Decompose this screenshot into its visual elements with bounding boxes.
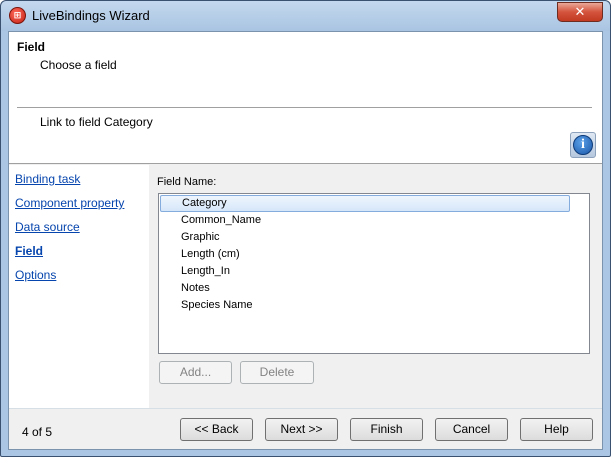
content-panel: Field Name: Category Common_Name Graphic… bbox=[150, 165, 602, 408]
list-item[interactable]: Length (cm) bbox=[160, 246, 570, 263]
field-name-label: Field Name: bbox=[157, 176, 217, 188]
wizard-client-area: Field Choose a field Link to field Categ… bbox=[8, 31, 603, 450]
window-title: LiveBindings Wizard bbox=[32, 8, 150, 23]
list-item[interactable]: Notes bbox=[160, 280, 570, 297]
add-button[interactable]: Add... bbox=[159, 361, 232, 384]
wizard-footer: 4 of 5 << Back Next >> Finish Cancel Hel… bbox=[9, 408, 602, 449]
list-item[interactable]: Category bbox=[160, 195, 570, 212]
list-item[interactable]: Species Name bbox=[160, 297, 570, 314]
info-button[interactable]: i bbox=[570, 132, 596, 158]
field-name-list[interactable]: Category Common_Name Graphic Length (cm)… bbox=[158, 193, 590, 354]
step-link-component-property[interactable]: Component property bbox=[15, 196, 124, 210]
step-link-field[interactable]: Field bbox=[15, 244, 43, 258]
app-icon: ⊞ bbox=[9, 7, 26, 24]
page-title: Field bbox=[17, 40, 46, 54]
title-bar[interactable]: ⊞ LiveBindings Wizard ✕ bbox=[1, 1, 610, 31]
list-item[interactable]: Common_Name bbox=[160, 212, 570, 229]
page-subtitle: Choose a field bbox=[40, 58, 117, 72]
wizard-window: ⊞ LiveBindings Wizard ✕ Field Choose a f… bbox=[0, 0, 611, 457]
list-item[interactable]: Length_In bbox=[160, 263, 570, 280]
header-divider bbox=[17, 107, 592, 109]
step-link-data-source[interactable]: Data source bbox=[15, 220, 80, 234]
back-button[interactable]: << Back bbox=[180, 418, 253, 441]
wizard-header: Field Choose a field Link to field Categ… bbox=[9, 32, 602, 164]
info-icon: i bbox=[573, 135, 593, 155]
next-button[interactable]: Next >> bbox=[265, 418, 338, 441]
steps-sidebar: Binding task Component property Data sou… bbox=[9, 165, 149, 408]
link-info-text: Link to field Category bbox=[40, 115, 153, 129]
close-button[interactable]: ✕ bbox=[557, 2, 603, 22]
step-link-options[interactable]: Options bbox=[15, 268, 56, 282]
help-button[interactable]: Help bbox=[520, 418, 593, 441]
delete-button[interactable]: Delete bbox=[240, 361, 314, 384]
finish-button[interactable]: Finish bbox=[350, 418, 423, 441]
page-counter: 4 of 5 bbox=[22, 425, 53, 439]
list-item[interactable]: Graphic bbox=[160, 229, 570, 246]
cancel-button[interactable]: Cancel bbox=[435, 418, 508, 441]
step-link-binding-task[interactable]: Binding task bbox=[15, 172, 80, 186]
